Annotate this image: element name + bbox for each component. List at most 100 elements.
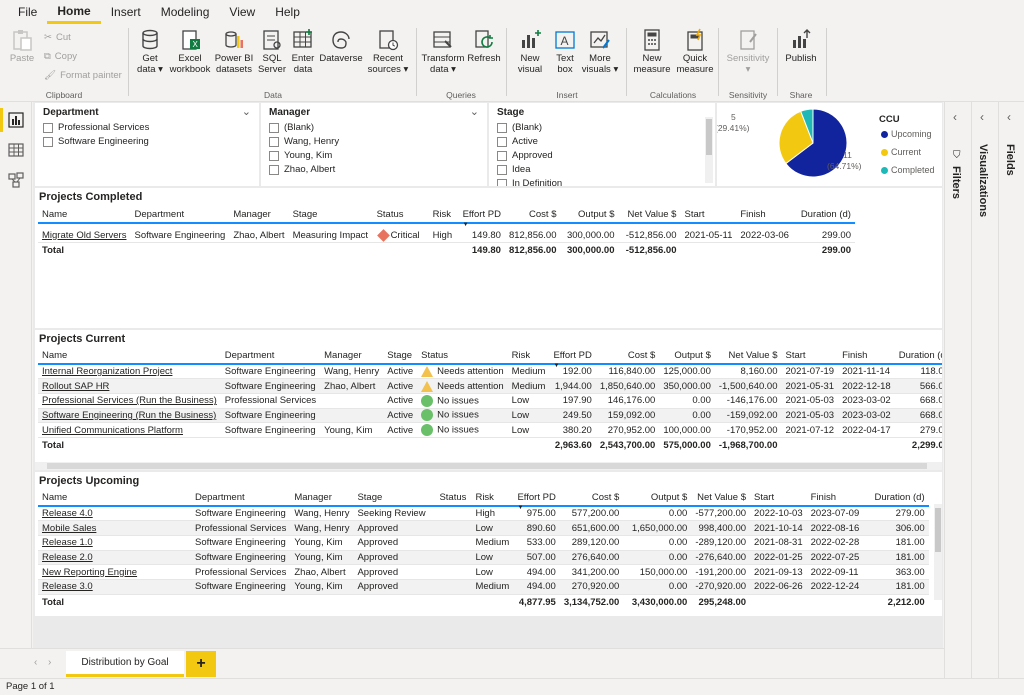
recent-sources-button[interactable]: Recent sources ▾ bbox=[366, 26, 410, 75]
column-header-risk[interactable]: Risk bbox=[429, 207, 459, 223]
column-header-cost[interactable]: Cost $ bbox=[596, 348, 659, 364]
table-row[interactable]: Internal Reorganization Project Software … bbox=[38, 364, 942, 380]
scrollbar[interactable] bbox=[705, 117, 713, 183]
enter-data-button[interactable]: Enter data bbox=[288, 26, 318, 75]
dataverse-button[interactable]: Dataverse bbox=[318, 26, 364, 64]
table-row[interactable]: Mobile Sales Professional Services Wang, H… bbox=[38, 520, 929, 536]
column-header-cost[interactable]: Cost $ bbox=[560, 490, 623, 506]
scrollbar-thumb[interactable] bbox=[47, 463, 927, 469]
chevron-left-icon[interactable]: ‹ bbox=[980, 110, 984, 124]
column-header-cost[interactable]: Cost $ bbox=[505, 207, 561, 223]
column-header-stage[interactable]: Stage bbox=[289, 207, 373, 223]
column-header-status[interactable]: Status bbox=[417, 348, 508, 364]
column-header-effort-pd[interactable]: Effort PD ▼ bbox=[459, 207, 505, 228]
column-header-name[interactable]: Name bbox=[38, 348, 221, 364]
checkbox[interactable] bbox=[497, 150, 507, 161]
column-header-stage[interactable]: Stage bbox=[353, 490, 435, 506]
checkbox[interactable] bbox=[269, 122, 279, 133]
column-header-effort-pd[interactable]: Effort PD ▼ bbox=[513, 490, 559, 511]
checkbox[interactable] bbox=[497, 178, 507, 186]
quick-measure-button[interactable]: Quick measure bbox=[674, 26, 716, 75]
cut-button[interactable]: ✂ Cut bbox=[44, 32, 71, 43]
slicer-item[interactable]: Software Engineering bbox=[43, 136, 149, 147]
table-cell[interactable]: New Reporting Engine bbox=[38, 564, 191, 580]
column-header-net-value[interactable]: Net Value $ bbox=[715, 348, 782, 364]
column-header-status[interactable]: Status bbox=[373, 207, 429, 223]
column-header-manager[interactable]: Manager bbox=[290, 490, 353, 506]
menu-home[interactable]: Home bbox=[47, 0, 101, 24]
checkbox[interactable] bbox=[269, 150, 279, 161]
column-header-output[interactable]: Output $ bbox=[659, 348, 715, 364]
column-header-finish[interactable]: Finish bbox=[807, 490, 869, 506]
slicer-item[interactable]: Active bbox=[497, 136, 538, 147]
report-view-icon[interactable] bbox=[7, 111, 25, 129]
column-header-output[interactable]: Output $ bbox=[560, 207, 618, 223]
checkbox[interactable] bbox=[269, 136, 279, 147]
column-header-output[interactable]: Output $ bbox=[623, 490, 691, 506]
scrollbar-thumb[interactable] bbox=[706, 119, 712, 155]
tab-distribution-by-goal[interactable]: Distribution by Goal bbox=[66, 651, 184, 677]
checkbox[interactable] bbox=[497, 122, 507, 133]
get-data-button[interactable]: Get data ▾ bbox=[132, 26, 168, 75]
table-cell[interactable]: Software Engineering (Run the Business) bbox=[38, 408, 221, 424]
legend-item-completed[interactable]: Completed bbox=[881, 165, 935, 175]
column-header-manager[interactable]: Manager bbox=[229, 207, 288, 223]
slicer-item[interactable]: Zhao, Albert bbox=[269, 164, 335, 175]
table-cell[interactable]: Release 2.0 bbox=[38, 550, 191, 566]
column-header-status[interactable]: Status bbox=[435, 490, 471, 506]
table-row[interactable]: Professional Services (Run the Business)… bbox=[38, 393, 942, 409]
excel-workbook-button[interactable]: X Excel workbook bbox=[168, 26, 212, 75]
tab-prev-icon[interactable]: ‹ bbox=[34, 657, 37, 668]
slicer-item[interactable]: In Definition bbox=[497, 178, 562, 186]
data-view-icon[interactable] bbox=[7, 141, 25, 159]
sensitivity-button[interactable]: Sensitivity ▾ bbox=[722, 26, 774, 75]
column-header-risk[interactable]: Risk bbox=[471, 490, 513, 506]
menu-modeling[interactable]: Modeling bbox=[151, 0, 220, 24]
column-header-finish[interactable]: Finish bbox=[736, 207, 793, 223]
checkbox[interactable] bbox=[43, 122, 53, 133]
text-box-button[interactable]: A Text box bbox=[550, 26, 580, 75]
refresh-button[interactable]: Refresh bbox=[466, 26, 502, 64]
table-cell[interactable]: Release 4.0 bbox=[38, 506, 191, 522]
scrollbar-thumb[interactable] bbox=[935, 508, 941, 552]
format-painter-button[interactable]: 🖌 Format painter bbox=[44, 70, 122, 81]
table-cell[interactable]: Migrate Old Servers bbox=[38, 228, 131, 244]
column-header-department[interactable]: Department bbox=[221, 348, 320, 364]
column-header-duration-d[interactable]: Duration (d) bbox=[793, 207, 855, 223]
slicer-item[interactable]: Approved bbox=[497, 150, 553, 161]
chevron-left-icon[interactable]: ‹ bbox=[1007, 110, 1011, 124]
table-row[interactable]: Release 3.0 Software Engineering Young, Ki… bbox=[38, 579, 929, 595]
publish-button[interactable]: Publish bbox=[780, 26, 822, 64]
table-row[interactable]: Release 2.0 Software Engineering Young, Ki… bbox=[38, 550, 929, 566]
table-row[interactable]: New Reporting Engine Professional Service… bbox=[38, 564, 929, 580]
table-cell[interactable]: Release 1.0 bbox=[38, 535, 191, 551]
copy-button[interactable]: ⧉ Copy bbox=[44, 51, 77, 62]
new-measure-button[interactable]: New measure bbox=[630, 26, 674, 75]
column-header-name[interactable]: Name bbox=[38, 490, 191, 506]
table-row[interactable]: Release 1.0 Software Engineering Young, Ki… bbox=[38, 535, 929, 551]
paste-button[interactable]: Paste bbox=[6, 26, 38, 64]
legend-item-upcoming[interactable]: Upcoming bbox=[881, 129, 932, 139]
add-page-button[interactable]: + bbox=[186, 651, 216, 677]
checkbox[interactable] bbox=[269, 164, 279, 175]
column-header-duration-d[interactable]: Duration (d) bbox=[895, 348, 942, 364]
column-header-risk[interactable]: Risk bbox=[508, 348, 550, 364]
horizontal-scrollbar[interactable] bbox=[35, 462, 942, 470]
column-header-finish[interactable]: Finish bbox=[838, 348, 895, 364]
column-header-department[interactable]: Department bbox=[191, 490, 290, 506]
model-view-icon[interactable] bbox=[7, 171, 25, 189]
table-cell[interactable]: Mobile Sales bbox=[38, 520, 191, 536]
column-header-effort-pd[interactable]: Effort PD ▼ bbox=[549, 348, 595, 369]
chevron-down-icon[interactable]: ⌄ bbox=[242, 105, 251, 118]
table-cell[interactable]: Internal Reorganization Project bbox=[38, 364, 221, 380]
sql-server-button[interactable]: SQL Server bbox=[256, 26, 288, 75]
slicer-item[interactable]: Young, Kim bbox=[269, 150, 332, 161]
checkbox[interactable] bbox=[497, 164, 507, 175]
transform-data-button[interactable]: Transform data ▾ bbox=[420, 26, 466, 75]
tab-next-icon[interactable]: › bbox=[48, 657, 51, 668]
table-row[interactable]: Rollout SAP HR Software Engineering Zhao, … bbox=[38, 378, 942, 394]
fields-pane[interactable]: ‹ Fields bbox=[998, 102, 1024, 678]
slicer-item[interactable]: Professional Services bbox=[43, 122, 149, 133]
column-header-start[interactable]: Start bbox=[750, 490, 807, 506]
powerbi-datasets-button[interactable]: Power BI datasets bbox=[212, 26, 256, 75]
